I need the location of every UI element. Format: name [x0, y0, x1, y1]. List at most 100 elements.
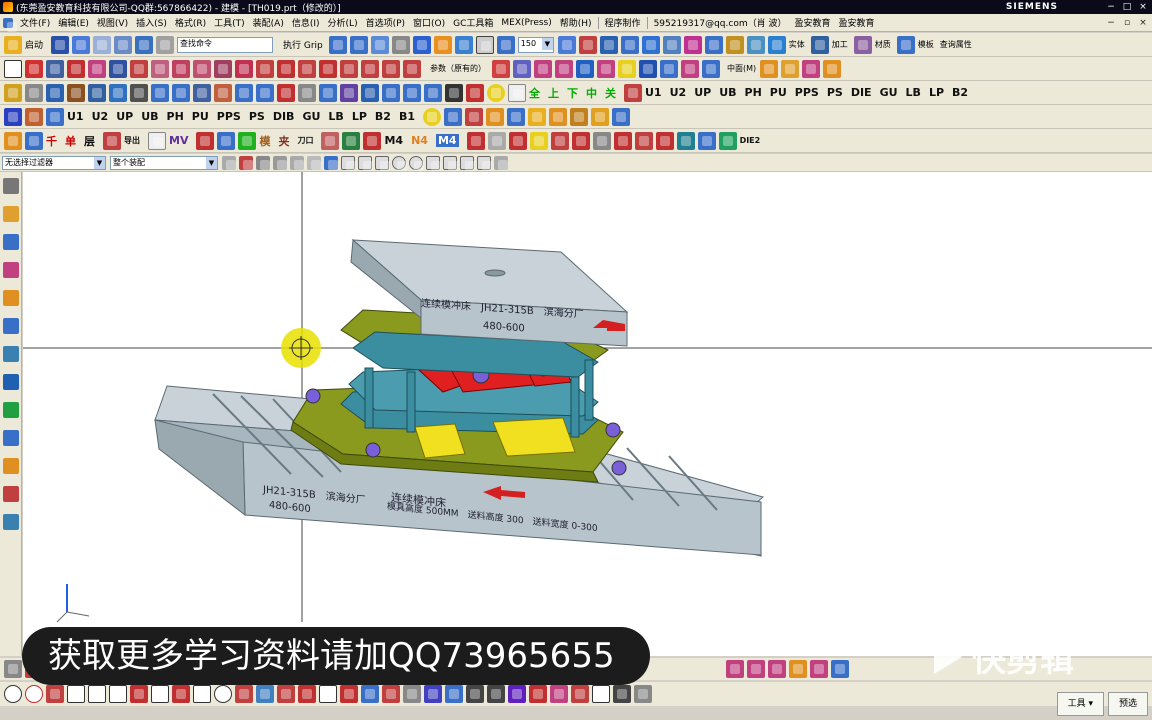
face-icon[interactable]: [534, 59, 552, 78]
n4-button[interactable]: N4: [411, 134, 428, 147]
menu-mex-press[interactable]: MEX(Press): [497, 18, 555, 28]
face-edit-icon[interactable]: [747, 660, 765, 678]
corner-icon[interactable]: [487, 685, 505, 703]
punch-icon[interactable]: [67, 83, 85, 102]
strip-icon[interactable]: [548, 107, 567, 126]
offset-face-icon[interactable]: [810, 660, 828, 678]
start-button[interactable]: 启动: [25, 38, 43, 51]
up-button[interactable]: UP: [116, 110, 133, 123]
section-icon[interactable]: [217, 131, 236, 150]
mv-button[interactable]: MV: [169, 134, 188, 147]
lifter-icon[interactable]: [235, 83, 253, 102]
m4-blue-button[interactable]: M4: [435, 134, 459, 147]
center-snap-icon[interactable]: [392, 155, 407, 171]
mirror-icon[interactable]: [662, 35, 681, 54]
layer-button[interactable]: 层: [84, 133, 95, 149]
grid-points-icon[interactable]: [613, 685, 631, 703]
bushing-icon[interactable]: [361, 83, 379, 102]
wave-curve-icon[interactable]: [592, 685, 610, 703]
ps-button[interactable]: PS: [249, 110, 265, 123]
lb-button[interactable]: LB: [328, 110, 343, 123]
unite-icon[interactable]: [802, 59, 821, 78]
machining-label[interactable]: 加工: [832, 39, 848, 50]
block-part-icon[interactable]: [382, 83, 400, 102]
fillet-curve-icon[interactable]: [256, 685, 274, 703]
point-set-icon[interactable]: [298, 685, 316, 703]
assembly-icon[interactable]: [370, 35, 389, 54]
extend-icon[interactable]: [277, 59, 295, 78]
csys-icon[interactable]: [599, 35, 618, 54]
save-icon[interactable]: [51, 35, 70, 54]
point-icon[interactable]: [46, 59, 64, 78]
web-browser-icon[interactable]: [3, 346, 19, 362]
circle-tool-icon[interactable]: [214, 685, 232, 703]
layout-icon[interactable]: [349, 35, 368, 54]
green-plus-icon[interactable]: [238, 131, 257, 150]
wcs-icon[interactable]: [578, 35, 597, 54]
process-studio-icon[interactable]: [3, 430, 19, 446]
control-point-snap-icon[interactable]: [375, 155, 390, 171]
template-icon[interactable]: [896, 35, 915, 54]
assembly-navigator-icon[interactable]: [3, 206, 19, 222]
orient-icon[interactable]: [433, 35, 452, 54]
unfold-icon[interactable]: [506, 107, 525, 126]
tools-dropdown-button[interactable]: 工具 ▾: [1056, 692, 1104, 716]
dropdown-arrow-icon[interactable]: ▼: [206, 156, 217, 169]
sew-icon[interactable]: [597, 59, 615, 78]
hang-icon[interactable]: [487, 131, 506, 150]
layer-icon[interactable]: [557, 35, 576, 54]
redo-icon[interactable]: [93, 35, 112, 54]
m4-button[interactable]: M4: [384, 134, 403, 147]
punch-upper-icon[interactable]: [25, 107, 43, 126]
endpoint-snap-icon[interactable]: [341, 155, 356, 171]
folder-icon[interactable]: [527, 107, 546, 126]
helix-icon[interactable]: [382, 59, 400, 78]
draft-icon[interactable]: [789, 660, 807, 678]
sleeve-icon[interactable]: [424, 83, 442, 102]
lp-button[interactable]: LP: [352, 110, 367, 123]
ruler-icon[interactable]: [725, 35, 744, 54]
guide-icon[interactable]: [403, 83, 421, 102]
cone-icon[interactable]: [681, 59, 699, 78]
pin-icon[interactable]: [193, 83, 211, 102]
line-icon[interactable]: [25, 59, 43, 78]
system-materials-icon[interactable]: [3, 402, 19, 418]
single-button[interactable]: 单: [65, 133, 76, 149]
tangent-line-icon[interactable]: [151, 685, 169, 703]
spiral-icon[interactable]: [445, 685, 463, 703]
clamp-button[interactable]: 夹: [278, 133, 289, 149]
rectangle-icon[interactable]: [4, 59, 22, 78]
bisector-icon[interactable]: [193, 685, 211, 703]
measure-icon[interactable]: [135, 35, 154, 54]
insert-icon[interactable]: [340, 83, 358, 102]
extract-curve-icon[interactable]: [214, 59, 232, 78]
dropdown-arrow-icon[interactable]: ▼: [94, 156, 105, 169]
upper-button[interactable]: 上: [548, 85, 559, 101]
cross-icon[interactable]: [103, 131, 121, 150]
template-label[interactable]: 模板: [918, 39, 934, 50]
pu-button[interactable]: PU: [192, 110, 209, 123]
bolt-icon[interactable]: [214, 83, 232, 102]
doc-restore-button[interactable]: ▫: [1120, 16, 1134, 30]
command-search-input[interactable]: 查找命令: [177, 36, 274, 53]
menu-assembly[interactable]: 装配(A): [249, 16, 288, 29]
sketch-icon[interactable]: [4, 660, 22, 678]
lb-right[interactable]: LB: [906, 86, 921, 99]
clock-icon[interactable]: [130, 83, 148, 102]
part-navigator-icon[interactable]: [3, 262, 19, 278]
bom-icon[interactable]: [613, 131, 632, 150]
blend-icon[interactable]: [768, 660, 786, 678]
midplane-button[interactable]: 中面(M): [727, 63, 756, 74]
arc-icon[interactable]: [67, 685, 85, 703]
gear-icon[interactable]: [3, 178, 19, 194]
menu-yingan-1[interactable]: 盈安教育: [790, 16, 834, 29]
point-tool-icon[interactable]: [277, 685, 295, 703]
pie-icon[interactable]: [529, 131, 548, 150]
intersect-curve-icon[interactable]: [172, 59, 190, 78]
menu-preferences[interactable]: 首选项(P): [362, 16, 409, 29]
flip-icon[interactable]: [196, 131, 215, 150]
surface-edit-icon[interactable]: [726, 660, 744, 678]
deselect-icon[interactable]: [256, 155, 270, 170]
detail-icon[interactable]: [571, 131, 590, 150]
offset-curve-icon[interactable]: [130, 59, 148, 78]
